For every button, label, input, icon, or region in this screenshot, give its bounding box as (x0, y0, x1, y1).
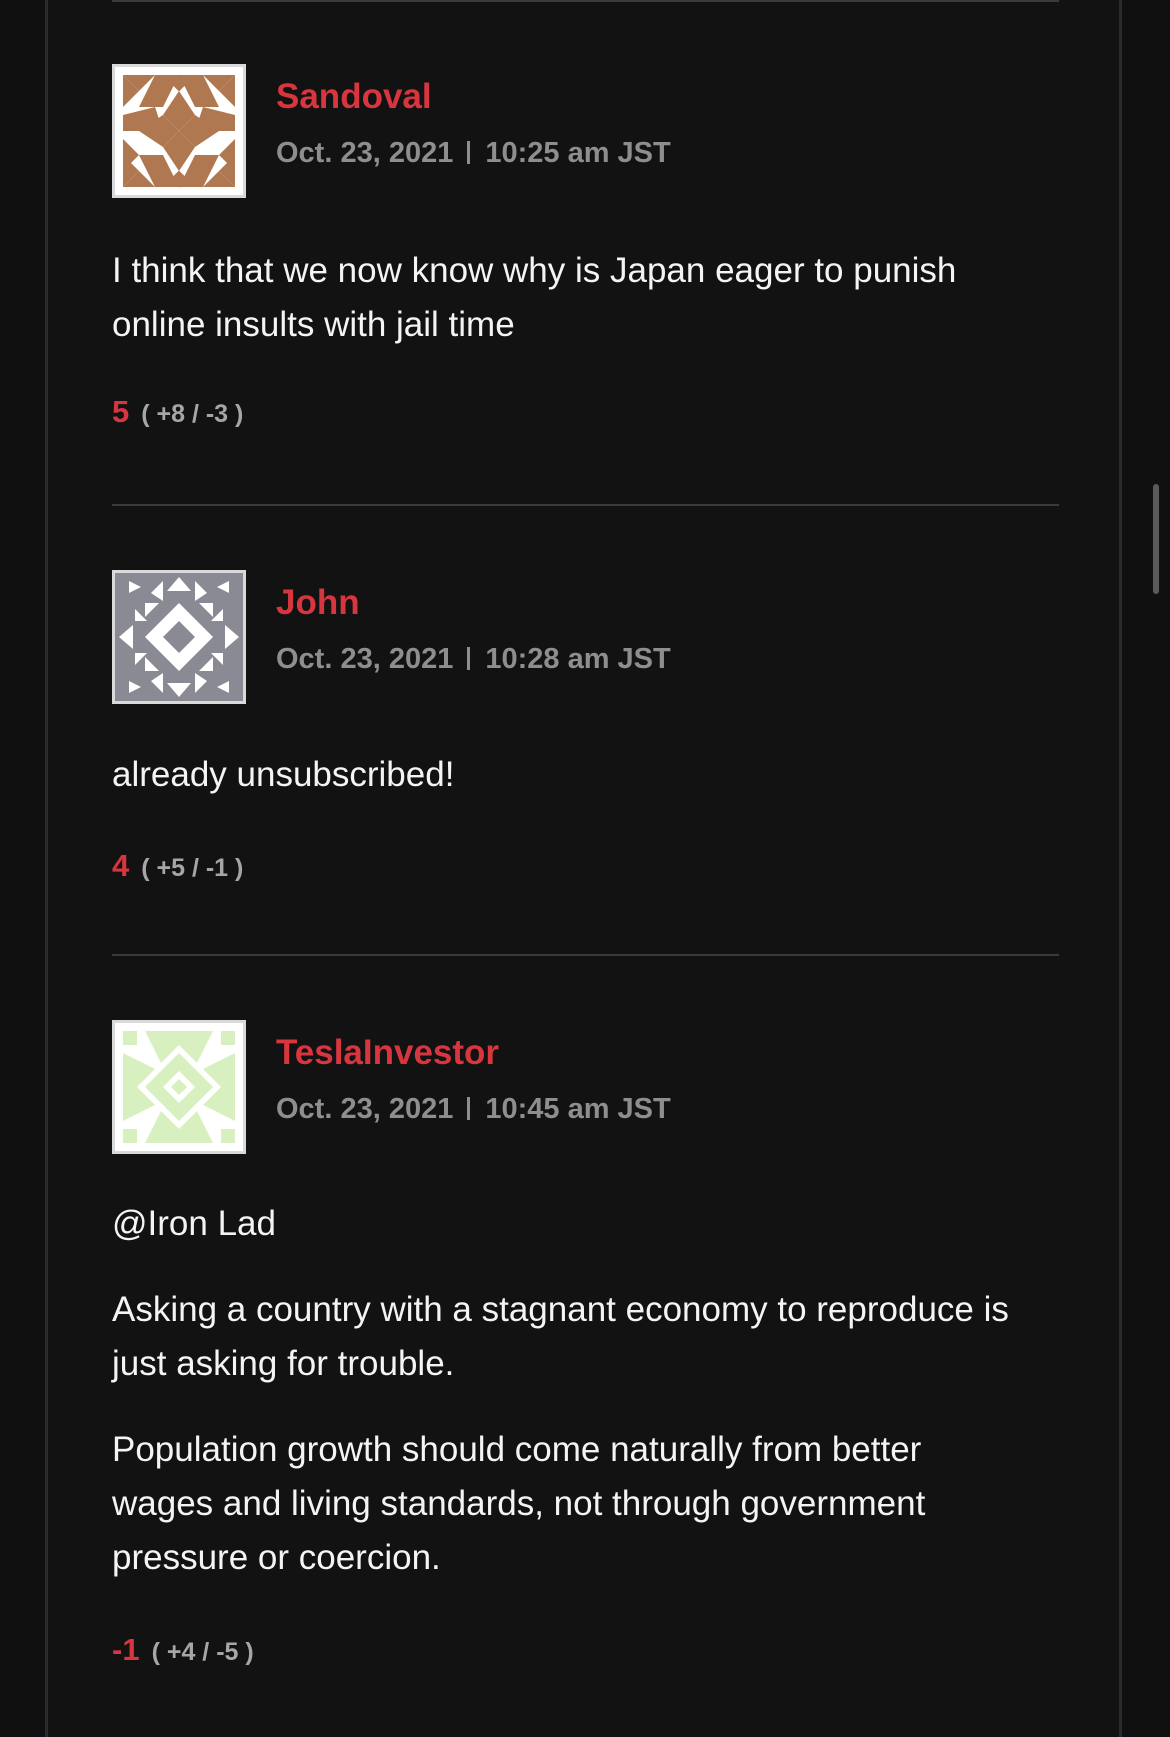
comment-meta: Oct. 23, 2021 10:45 am JST (276, 1092, 671, 1127)
comment-paragraph: I think that we now know why is Japan ea… (112, 251, 957, 344)
avatar-identicon-icon (115, 1023, 243, 1151)
divider (112, 504, 1059, 506)
comment-meta: Oct. 23, 2021 10:25 am JST (276, 136, 671, 171)
avatar[interactable] (112, 1020, 246, 1154)
comment-date: Oct. 23, 2021 (276, 137, 454, 169)
comment-time: 10:25 am JST (485, 137, 671, 169)
vote-score[interactable]: -1 (112, 1632, 140, 1667)
author-link[interactable]: John (276, 582, 360, 624)
vote-summary: 5 ( +8 / -3 ) (112, 394, 243, 430)
vote-score[interactable]: 4 (112, 848, 129, 883)
comment-time: 10:45 am JST (485, 1093, 671, 1125)
divider (112, 954, 1059, 956)
vote-summary: 4 ( +5 / -1 ) (112, 848, 243, 884)
author-link[interactable]: Sandoval (276, 76, 432, 118)
comment-meta: Oct. 23, 2021 10:28 am JST (276, 642, 671, 677)
comment-body: already unsubscribed! (112, 748, 1012, 834)
vote-breakdown: ( +5 / -1 ) (141, 854, 244, 882)
comment: TeslaInvestor Oct. 23, 2021 10:45 am JST … (112, 1020, 1059, 1720)
scrollbar[interactable] (1153, 484, 1159, 594)
comment-paragraph: Asking a country with a stagnant economy… (112, 1290, 1009, 1383)
separator (467, 647, 471, 670)
divider (112, 0, 1059, 2)
avatar[interactable] (112, 570, 246, 704)
comment-body: @Iron Lad Asking a country with a stagna… (112, 1197, 1012, 1617)
comment-paragraph: already unsubscribed! (112, 755, 455, 794)
separator (467, 1097, 471, 1120)
vote-breakdown: ( +4 / -5 ) (151, 1638, 254, 1666)
avatar[interactable] (112, 64, 246, 198)
vote-score[interactable]: 5 (112, 394, 129, 429)
vote-summary: -1 ( +4 / -5 ) (112, 1632, 254, 1668)
comment: Sandoval Oct. 23, 2021 10:25 am JST I thi… (112, 64, 1059, 444)
comment-body: I think that we now know why is Japan ea… (112, 244, 1012, 384)
comment-date: Oct. 23, 2021 (276, 643, 454, 675)
avatar-identicon-icon (115, 573, 243, 701)
comment-date: Oct. 23, 2021 (276, 1093, 454, 1125)
separator (467, 141, 471, 164)
author-link[interactable]: TeslaInvestor (276, 1032, 499, 1074)
vote-breakdown: ( +8 / -3 ) (141, 400, 244, 428)
comment-time: 10:28 am JST (485, 643, 671, 675)
comment: John Oct. 23, 2021 10:28 am JST already u… (112, 570, 1059, 883)
avatar-identicon-icon (115, 67, 243, 195)
comment-paragraph: @Iron Lad (112, 1204, 276, 1243)
comment-paragraph: Population growth should come naturally … (112, 1430, 926, 1577)
